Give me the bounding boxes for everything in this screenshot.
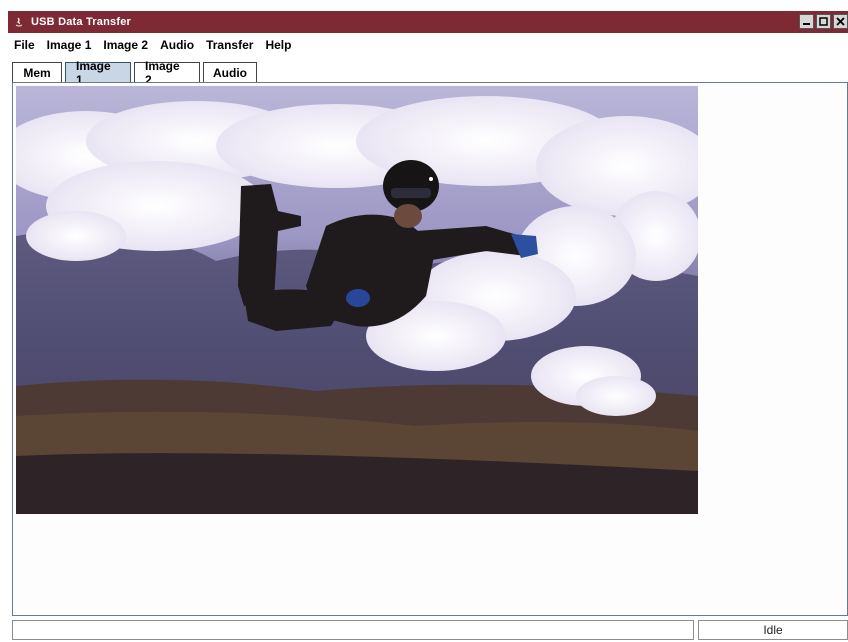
- skydiver-photo-icon: [16, 86, 698, 514]
- tab-audio[interactable]: Audio: [203, 62, 257, 82]
- close-icon: [836, 17, 845, 26]
- tab-image-2[interactable]: Image 2: [134, 59, 200, 87]
- image-panel: [12, 82, 848, 616]
- status-message: [12, 620, 694, 640]
- minimize-icon: [803, 23, 810, 25]
- window-title: USB Data Transfer: [31, 16, 131, 28]
- minimize-button[interactable]: [799, 14, 814, 29]
- java-app-icon: [13, 16, 25, 28]
- window-controls: [799, 14, 848, 29]
- menu-transfer[interactable]: Transfer: [206, 38, 253, 52]
- menu-bar: File Image 1 Image 2 Audio Transfer Help: [8, 34, 848, 56]
- menu-audio[interactable]: Audio: [160, 38, 194, 52]
- maximize-icon: [819, 17, 828, 26]
- menu-image-2[interactable]: Image 2: [103, 38, 148, 52]
- menu-image-1[interactable]: Image 1: [47, 38, 92, 52]
- menu-file[interactable]: File: [14, 38, 35, 52]
- skydiver-image: [16, 86, 698, 514]
- status-state: Idle: [698, 620, 848, 640]
- status-bar: Idle: [8, 618, 848, 642]
- tab-mem[interactable]: Mem: [12, 62, 62, 82]
- tab-strip: Mem Image 1 Image 2 Audio: [12, 59, 257, 87]
- close-button[interactable]: [833, 14, 848, 29]
- menu-help[interactable]: Help: [265, 38, 291, 52]
- maximize-button[interactable]: [816, 14, 831, 29]
- tab-image-1[interactable]: Image 1: [65, 59, 131, 87]
- title-bar: USB Data Transfer: [8, 11, 848, 33]
